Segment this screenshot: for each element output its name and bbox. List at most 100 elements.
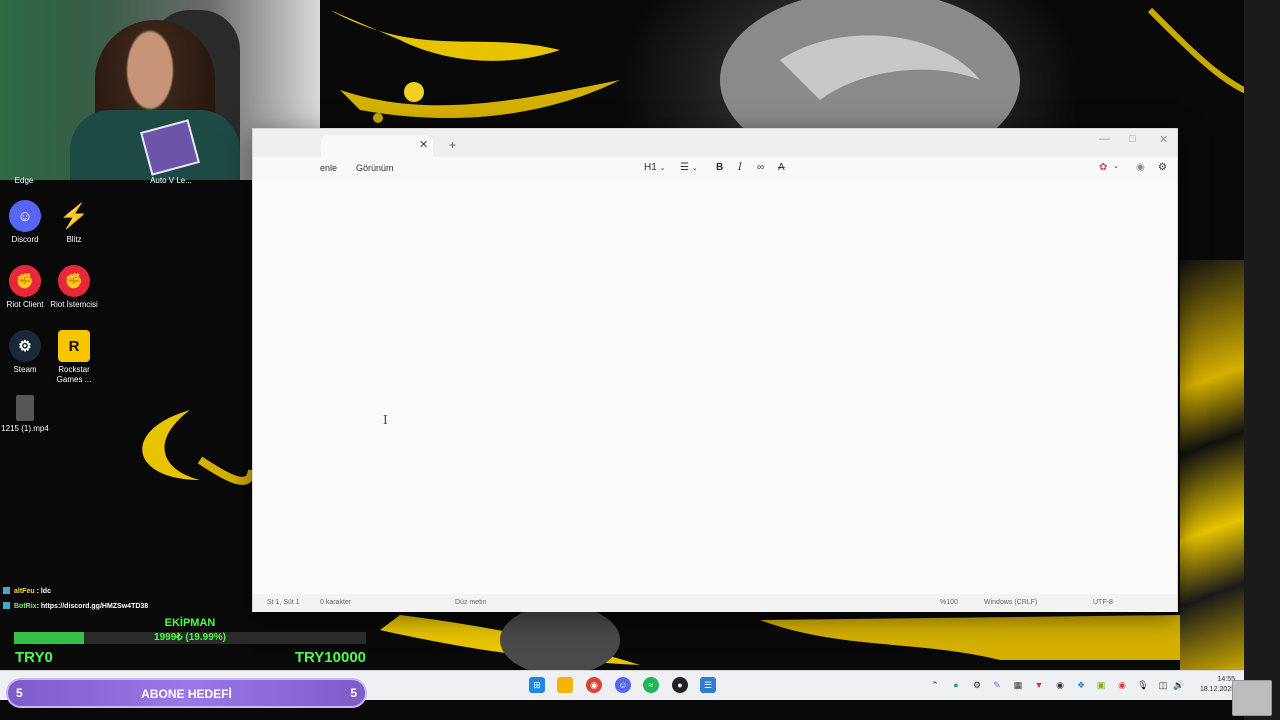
sub-goal-target: 5 xyxy=(350,686,357,700)
chat-text: ldc xyxy=(40,588,51,595)
tray-pen-icon[interactable]: ✎ xyxy=(991,679,1003,691)
maximize-button[interactable]: □ xyxy=(1129,133,1136,145)
desktop-icon-video-file[interactable]: 1215 (1).mp4 xyxy=(0,395,50,434)
desktop-icon-edge-label[interactable]: Edge xyxy=(0,176,48,185)
rockstar-icon: R xyxy=(58,330,90,362)
desktop-icon-blitz[interactable]: ⚡ Blitz xyxy=(49,200,99,245)
tray-app-icon[interactable]: ▦ xyxy=(1012,679,1024,691)
tray-obs-icon[interactable]: ◉ xyxy=(1054,679,1066,691)
platform-icon xyxy=(3,587,10,594)
goal-max-amount: TRY10000 xyxy=(294,649,366,666)
yellow-line xyxy=(197,456,256,485)
desktop-icon-label: Riot Client xyxy=(6,300,44,309)
goal-progress-text: 1999₺ (19.99%) xyxy=(154,632,226,643)
chat-username: BotRix xyxy=(14,603,37,610)
blitz-icon: ⚡ xyxy=(59,202,89,230)
format-mode[interactable]: Düz metin xyxy=(455,599,487,606)
link-icon[interactable]: ∞ xyxy=(757,162,764,173)
steam-icon: ⚙ xyxy=(9,330,41,362)
obs-icon[interactable]: ● xyxy=(672,677,688,693)
heading-dropdown[interactable]: H1 ⌄ xyxy=(644,162,665,173)
tray-overflow-chevron-up-icon[interactable]: ⌃ xyxy=(929,679,941,691)
yellow-splash-shape xyxy=(330,10,560,61)
desktop-icon-label: Riot İstemcisi xyxy=(50,300,98,309)
settings-gear-icon[interactable]: ⚙ xyxy=(1158,162,1167,173)
wallpaper-yellow-accent xyxy=(1180,260,1244,670)
encoding[interactable]: UTF-8 xyxy=(1093,599,1113,606)
tray-network-icon[interactable]: ◫ xyxy=(1157,679,1169,691)
heading-label: H1 xyxy=(644,162,657,173)
spotify-icon[interactable]: ≈ xyxy=(643,677,659,693)
chat-message: BotRix: https://discord.gg/HMZSw4TD38 xyxy=(3,599,148,614)
start-windows-icon[interactable]: ⊞ xyxy=(529,677,545,693)
chat-text: https://discord.gg/HMZSw4TD38 xyxy=(40,603,149,610)
goal-min-amount: TRY0 xyxy=(15,649,53,666)
chevron-down-icon[interactable]: ⌄ xyxy=(1113,162,1119,170)
close-window-button[interactable]: ✕ xyxy=(1159,133,1168,146)
clock-date: 18.12.2025 xyxy=(1199,686,1235,693)
discord-taskbar-icon[interactable]: ☺ xyxy=(615,677,631,693)
desktop-icon-riot-istemcisi[interactable]: ✊ Riot İstemcisi xyxy=(49,265,99,310)
tray-steam-icon[interactable]: ⚙ xyxy=(971,679,983,691)
discord-icon: ☺ xyxy=(9,200,41,232)
desktop-icon-label: 1215 (1).mp4 xyxy=(1,424,49,433)
list-icon: ☰ xyxy=(680,162,689,173)
minimize-button[interactable]: — xyxy=(1099,133,1110,145)
tray-spotify-icon[interactable]: ● xyxy=(950,679,962,691)
line-ending[interactable]: Windows (CRLF) xyxy=(984,599,1037,606)
desktop-icon-steam[interactable]: ⚙ Steam xyxy=(0,330,50,375)
account-icon[interactable]: ◉ xyxy=(1136,162,1145,173)
chat-username: altFeu xyxy=(14,588,35,595)
stream-chat-overlay: altFeu : ldc BotRix: https://discord.gg/… xyxy=(3,584,148,614)
cursor-position: St 1, Süt 1 xyxy=(267,599,300,606)
menu-edit[interactable]: enle xyxy=(320,163,337,173)
text-editor-area[interactable]: I xyxy=(253,181,1177,594)
taskbar-clock[interactable]: 14:55 18.12.2025 xyxy=(1195,675,1235,695)
file-explorer-icon[interactable] xyxy=(557,677,573,693)
menu-bar: enle Görünüm H1 ⌄ ☰ ⌄ B I ∞ A ✿ ⌄ ◉ ⚙ xyxy=(253,157,1177,181)
riot-fist-icon: ✊ xyxy=(9,265,41,297)
dark-shape xyxy=(500,605,620,675)
character-count: 0 karakter xyxy=(320,599,352,606)
trash-overlay-icon xyxy=(1232,680,1272,716)
bold-button[interactable]: B xyxy=(716,162,723,173)
copilot-icon[interactable]: ✿ xyxy=(1099,162,1107,173)
desktop-icon-auto-label[interactable]: Auto V Le... xyxy=(145,176,197,185)
title-bar[interactable]: ✕ + — □ ✕ xyxy=(253,129,1177,157)
desktop-icon-label: Rockstar Games ... xyxy=(56,365,92,384)
yellow-splash-shape xyxy=(340,80,620,119)
notepad-taskbar-icon[interactable]: ☰ xyxy=(700,677,716,693)
desktop-icon-label: Discord xyxy=(11,235,39,244)
desktop-icon-discord[interactable]: ☺ Discord xyxy=(0,200,50,245)
video-thumbnail-icon xyxy=(16,395,34,421)
goal-title: EKİPMAN xyxy=(164,617,216,629)
italic-button[interactable]: I xyxy=(738,162,742,173)
clear-format-icon[interactable]: A xyxy=(778,162,785,173)
yellow-splash-shape xyxy=(760,615,1180,660)
desktop-icon-rockstar[interactable]: R Rockstar Games ... xyxy=(49,330,99,385)
tray-security-icon[interactable]: ❖ xyxy=(1075,679,1087,691)
tray-microphone-icon[interactable]: 🎙 xyxy=(1137,679,1149,691)
screen-edge-strip xyxy=(1244,0,1280,720)
list-dropdown[interactable]: ☰ ⌄ xyxy=(680,162,698,173)
menu-view[interactable]: Görünüm xyxy=(356,163,394,173)
tray-record-icon[interactable]: ◉ xyxy=(1116,679,1128,691)
new-tab-button[interactable]: + xyxy=(449,138,456,152)
desktop-icon-riot-client[interactable]: ✊ Riot Client xyxy=(0,265,50,310)
tray-volume-icon[interactable]: 🔊 xyxy=(1173,679,1185,691)
desktop-icon-label: Blitz xyxy=(66,235,82,244)
yellow-crescent xyxy=(142,410,200,480)
clock-time: 14:55 xyxy=(1217,676,1235,683)
zoom-level[interactable]: %100 xyxy=(940,599,958,606)
chevron-down-icon: ⌄ xyxy=(691,165,698,172)
chrome-icon[interactable]: ◉ xyxy=(586,677,602,693)
yellow-dot xyxy=(373,113,383,123)
close-tab-icon[interactable]: ✕ xyxy=(419,138,428,151)
tray-riot-icon[interactable]: ▼ xyxy=(1033,679,1045,691)
sub-goal-title: ABONE HEDEFİ xyxy=(141,687,232,701)
tray-nvidia-icon[interactable]: ▣ xyxy=(1095,679,1107,691)
platform-icon xyxy=(3,602,10,609)
desktop-icon-label: Steam xyxy=(13,365,37,374)
document-tab[interactable] xyxy=(321,135,433,157)
subscriber-goal-bar: 5 ABONE HEDEFİ 5 xyxy=(6,678,367,708)
